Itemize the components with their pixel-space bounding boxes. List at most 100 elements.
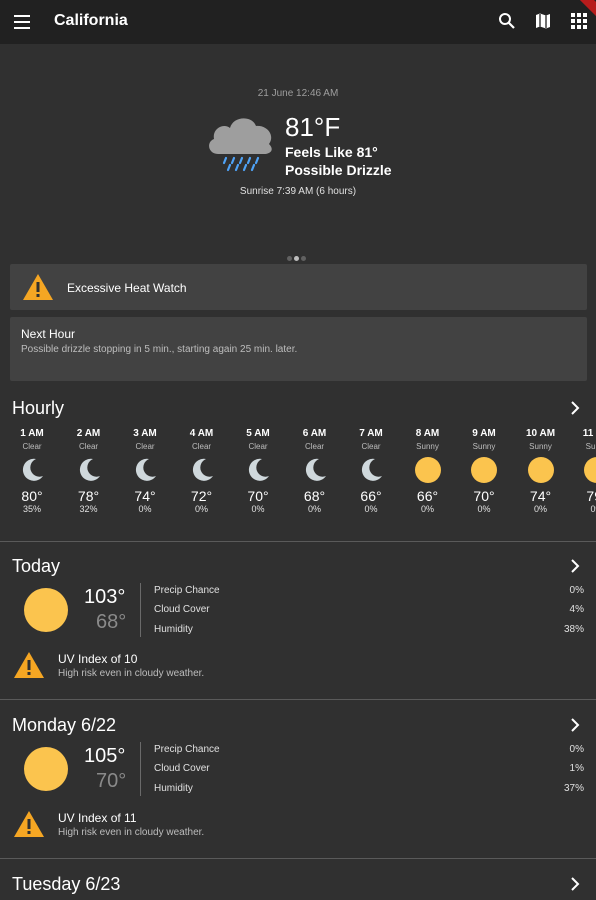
current-temperature: 81°F [285,112,341,142]
hour-condition: Sunny [416,442,439,451]
hourly-item[interactable]: 7 AM Clear 66° 0% [343,428,399,514]
current-date: 21 June 12:46 AM [257,88,339,99]
vertical-divider [140,742,141,796]
current-conditions[interactable]: 21 June 12:46 AM 81°F Feels Like 81° Pos… [0,44,596,261]
uv-title: UV Index of 10 [58,652,138,666]
day-title[interactable]: Monday 6/22 [12,715,116,736]
hour-precip: 0% [251,504,265,514]
hourly-item[interactable]: 10 AM Sunny 74° 0% [513,428,569,514]
hourly-item[interactable]: 1 AM Clear 80° 35% [4,428,60,514]
humidity-label: Humidity [154,783,193,794]
hour-condition: Sunny [472,442,496,451]
hour-precip: 0% [138,504,152,514]
hour-time: 3 AM [133,428,157,439]
hour-temp: 74° [529,488,552,504]
hour-condition: Clear [361,442,381,451]
hourly-item[interactable]: 5 AM Clear 70° 0% [230,428,286,514]
chevron-right-icon[interactable] [570,559,580,573]
sun-icon [24,747,68,791]
hour-temp: 66° [416,488,439,504]
hour-precip: 0% [307,504,321,514]
hourly-strip[interactable]: 1 AM Clear 80° 35% 2 AM Clear 78° 32% 3 AM Clear 7… [0,428,596,528]
hour-time: 11 AM [582,428,596,439]
app-bar: California [0,0,596,44]
warning-icon [14,652,44,678]
sunrise-time: Sunrise 7:39 AM (6 hours) [239,186,357,197]
page-dot [287,256,292,261]
precip-value: 0% [569,585,584,596]
chevron-right-icon[interactable] [570,401,580,415]
hour-condition: Clear [248,442,268,451]
alert-label: Excessive Heat Watch [67,281,187,295]
cloud-label: Cloud Cover [154,604,210,615]
page-dot-active [294,256,299,261]
warning-icon [23,274,53,300]
moon-icon [248,458,269,481]
grid-icon[interactable] [570,12,588,30]
sun-icon [584,457,596,483]
hour-precip: 0% [364,504,378,514]
humidity-value: 38% [563,624,584,635]
hour-time: 4 AM [189,428,214,439]
hour-precip: 0% [533,504,547,514]
hour-temp: 68° [303,488,326,504]
low-temp: 68° [96,611,127,633]
sun-icon [24,588,68,632]
hourly-item[interactable]: 3 AM Clear 74° 0% [117,428,173,514]
hour-precip: 35% [22,504,41,514]
hour-time: 10 AM [525,428,556,439]
low-temp: 70° [96,770,127,792]
moon-icon [305,458,326,481]
hourly-item[interactable]: 8 AM Sunny 66° 0% [400,428,456,514]
hour-precip: 0% [590,504,596,514]
hour-condition: Clear [78,442,99,451]
hourly-item[interactable]: 4 AM Clear 72° 0% [174,428,230,514]
menu-icon[interactable] [14,15,30,29]
feels-like: Feels Like 81° [285,144,378,160]
vertical-divider [140,583,141,637]
high-temp: 103° [84,586,126,608]
hour-time: 9 AM [472,428,496,439]
hour-condition: Clear [135,442,155,451]
next-hour-card[interactable]: Next Hour Possible drizzle stopping in 5… [10,317,587,381]
humidity-value: 37% [563,783,584,794]
cloud-value: 4% [569,604,584,615]
hourly-title[interactable]: Hourly [12,398,64,419]
chevron-right-icon[interactable] [570,718,580,732]
hourly-item[interactable]: 11 AM Sunny 79°0% [569,428,596,514]
sun-icon [414,457,441,483]
hour-condition: Clear [22,442,42,451]
moon-icon [79,458,100,481]
hourly-item[interactable]: 6 AM Clear 68° 0% [287,428,343,514]
map-icon[interactable] [534,12,552,30]
uv-description: High risk even in cloudy weather. [58,668,205,679]
cloud-value: 1% [569,763,584,774]
hourly-item[interactable]: 9 AM Sunny 70° 0% [456,428,512,514]
hour-precip: 0% [194,504,208,514]
precip-label: Precip Chance [154,585,220,596]
hour-condition: Sunny [529,442,552,451]
hour-condition: Clear [304,442,325,451]
hour-precip: 0% [477,504,491,514]
moon-icon [135,458,156,481]
hour-temp: 70° [247,488,269,504]
day-title[interactable]: Today [12,556,60,577]
location-title[interactable]: California [54,12,128,30]
hour-time: 1 AM [20,428,44,439]
hour-time: 7 AM [359,428,383,439]
day-title[interactable]: Tuesday 6/23 [12,874,120,895]
chevron-right-icon[interactable] [570,877,580,891]
hour-temp: 78° [77,488,100,504]
hour-temp: 70° [473,488,495,504]
uv-description: High risk even in cloudy weather. [58,827,205,838]
search-icon[interactable] [498,12,516,30]
page-dot [301,256,306,261]
hour-time: 6 AM [302,428,327,439]
alert-card[interactable]: Excessive Heat Watch [10,264,587,310]
hour-temp: 66° [360,488,382,504]
current-condition: Possible Drizzle [285,162,392,178]
next-hour-description: Possible drizzle stopping in 5 min., sta… [21,344,298,355]
warning-icon [14,811,44,837]
hour-temp: 80° [21,488,43,504]
hourly-item[interactable]: 2 AM Clear 78° 32% [61,428,117,514]
